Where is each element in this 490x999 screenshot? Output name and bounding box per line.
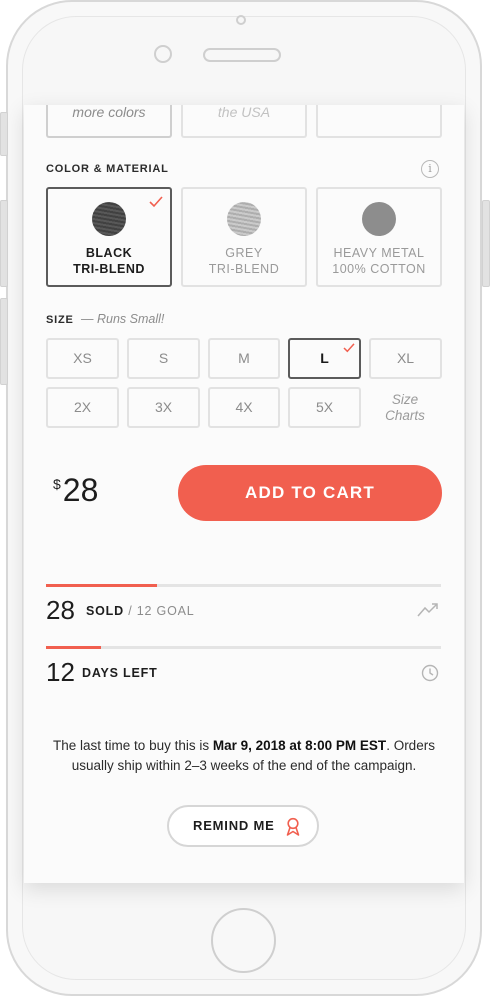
product-screen: more colors the USA COLOR & MATERIAL i B… — [24, 105, 464, 883]
price-currency: $ — [53, 476, 61, 492]
size-option-l-label: L — [320, 350, 329, 366]
sold-progress-fill — [46, 584, 157, 587]
side-button-mute — [0, 112, 8, 156]
days-label: DAYS LEFT — [82, 666, 158, 680]
third-option[interactable] — [316, 105, 442, 138]
size-charts-link[interactable]: Size Charts — [372, 392, 438, 424]
side-button-volume-up — [0, 200, 8, 287]
grey-swatch — [227, 202, 261, 236]
color-name-line1: BLACK — [85, 246, 133, 260]
notice-text-before: The last time to buy this is — [53, 738, 213, 753]
color-name-line2: TRI-BLEND — [73, 262, 145, 276]
color-option-grey-tri-blend[interactable]: GREY TRI-BLEND — [181, 187, 307, 287]
earpiece-speaker — [203, 48, 281, 62]
color-name-line2: TRI-BLEND — [208, 262, 280, 276]
color-name-line2: 100% COTTON — [332, 262, 426, 276]
color-name-grey: GREY TRI-BLEND — [183, 245, 305, 277]
sold-label-row: SOLD / 12 GOAL — [86, 604, 194, 618]
color-name-line1: HEAVY METAL — [333, 246, 425, 260]
front-camera — [154, 45, 172, 63]
proximity-sensor — [236, 15, 246, 25]
info-icon[interactable]: i — [421, 160, 439, 178]
remind-me-button[interactable]: REMIND ME — [167, 805, 319, 847]
campaign-end-notice: The last time to buy this is Mar 9, 2018… — [38, 736, 450, 776]
ribbon-icon — [286, 817, 300, 836]
color-option-heavy-metal[interactable]: HEAVY METAL 100% COTTON — [316, 187, 442, 287]
home-button[interactable] — [211, 908, 276, 973]
sold-count: 28 — [46, 595, 75, 625]
side-button-volume-down — [0, 298, 8, 385]
size-option-2x[interactable]: 2X — [46, 387, 119, 428]
sold-goal: / 12 GOAL — [128, 604, 195, 618]
remind-me-label: REMIND ME — [193, 818, 275, 833]
heavy-metal-swatch — [362, 202, 396, 236]
size-heading: SIZE — [46, 314, 74, 326]
size-note: — Runs Small! — [81, 312, 165, 326]
size-option-s[interactable]: S — [127, 338, 200, 379]
add-to-cart-button[interactable]: ADD TO CART — [178, 465, 442, 521]
size-option-xl[interactable]: XL — [369, 338, 442, 379]
days-progress-bar — [46, 646, 441, 649]
days-count: 12 — [46, 657, 75, 687]
made-in-usa-option[interactable]: the USA — [181, 105, 307, 138]
size-option-3x[interactable]: 3X — [127, 387, 200, 428]
color-name-heavy-metal: HEAVY METAL 100% COTTON — [318, 245, 440, 277]
check-icon — [149, 196, 163, 208]
size-option-m[interactable]: M — [208, 338, 280, 379]
more-colors-label: more colors — [72, 105, 146, 120]
color-name-black: BLACK TRI-BLEND — [48, 245, 170, 277]
check-icon — [343, 343, 355, 353]
black-swatch — [92, 202, 126, 236]
clock-icon — [421, 664, 439, 682]
size-option-5x[interactable]: 5X — [288, 387, 361, 428]
size-option-l[interactable]: L — [288, 338, 361, 379]
sold-progress-bar — [46, 584, 441, 587]
trend-icon — [417, 603, 438, 617]
price: $28 — [53, 472, 98, 509]
days-progress-fill — [46, 646, 102, 649]
made-in-usa-label: the USA — [217, 105, 271, 120]
color-name-line1: GREY — [225, 246, 263, 260]
color-option-black-tri-blend[interactable]: BLACK TRI-BLEND — [46, 187, 172, 287]
more-colors-option[interactable]: more colors — [46, 105, 172, 138]
size-option-4x[interactable]: 4X — [208, 387, 280, 428]
sold-label: SOLD — [86, 604, 124, 618]
price-amount: 28 — [62, 472, 99, 508]
side-button-power — [482, 200, 490, 287]
color-material-heading: COLOR & MATERIAL — [46, 163, 169, 175]
notice-date: Mar 9, 2018 at 8:00 PM EST — [212, 738, 387, 753]
size-option-xs[interactable]: XS — [46, 338, 119, 379]
